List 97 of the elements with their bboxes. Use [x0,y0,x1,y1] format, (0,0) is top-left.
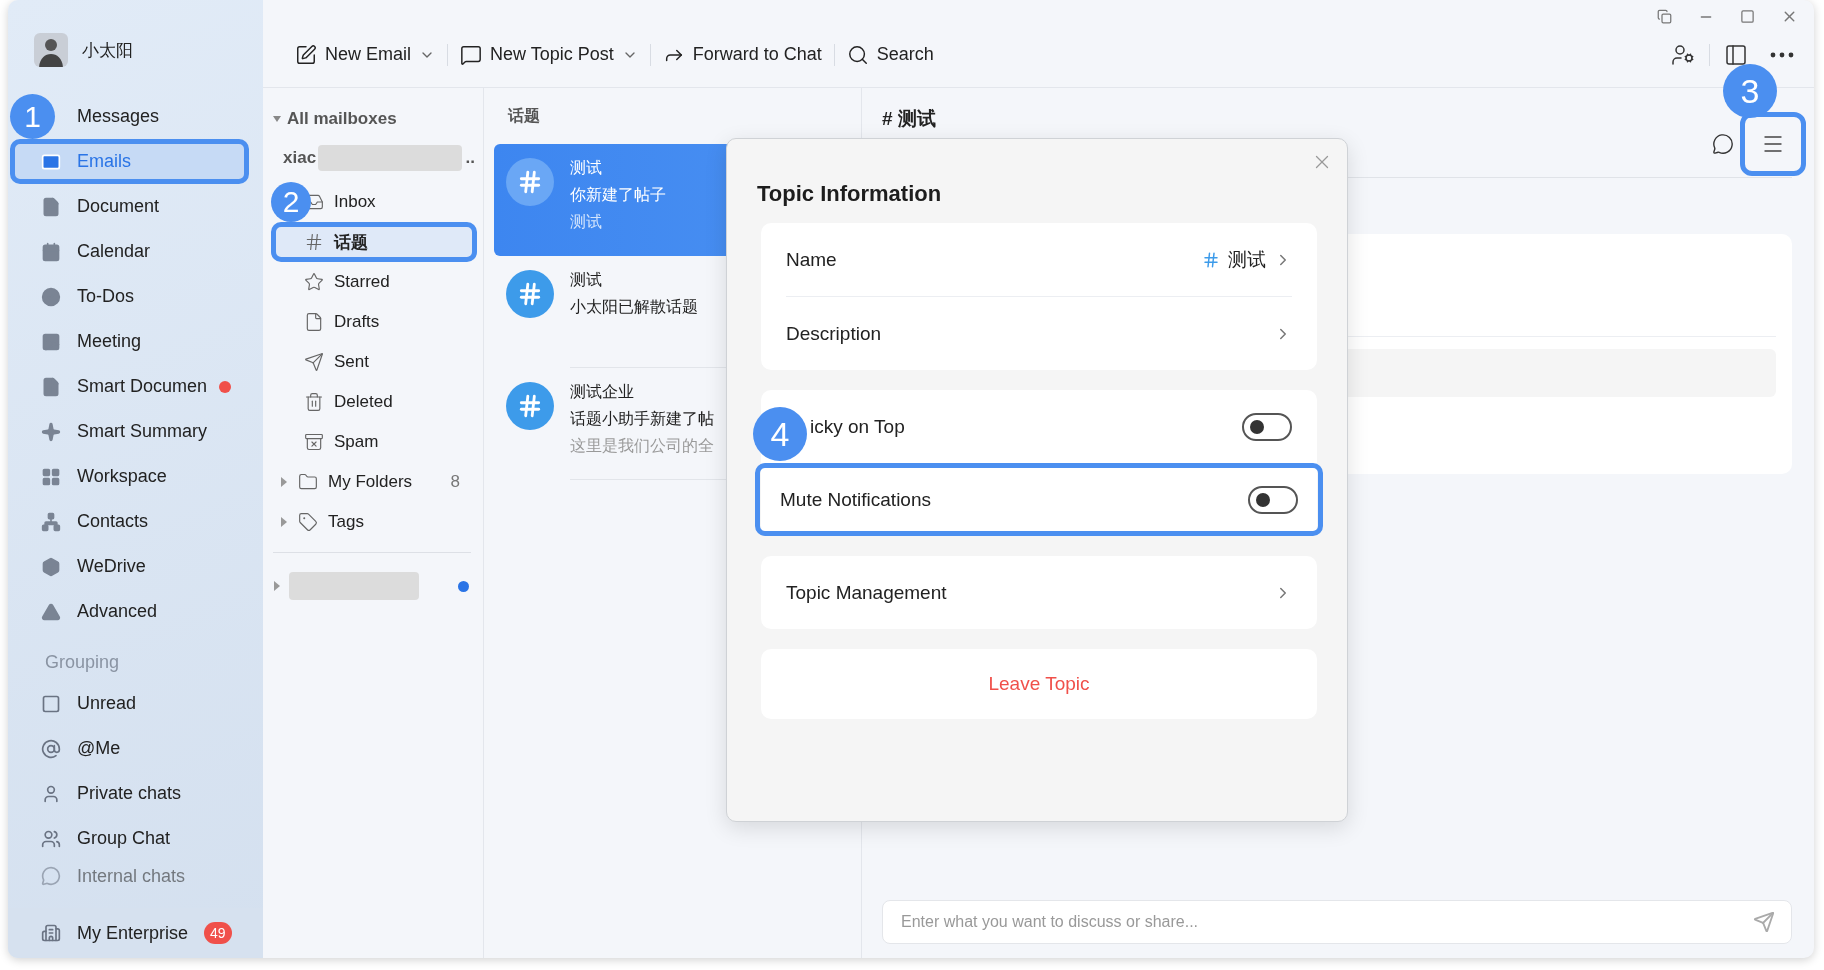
trash-icon [304,392,324,412]
sidebar-item[interactable]: 1 Messages [10,94,249,139]
topic-avatar [506,382,554,430]
layout-button[interactable] [1724,42,1748,67]
sidebar-item[interactable]: WeDrive [10,544,249,589]
message-input[interactable]: Enter what you want to discuss or share... [882,900,1792,944]
caret-icon [280,517,288,527]
folder-item[interactable]: Tags [271,502,477,542]
folder-item[interactable]: Drafts [271,302,477,342]
hash-icon [1202,250,1220,269]
spam-icon [304,432,324,452]
folder-item[interactable]: Deleted [271,382,477,422]
sidebar-item[interactable]: Unread [10,681,249,726]
topic-preview: 话题小助手新建了帖 [570,409,714,429]
caret-icon [273,114,281,124]
toolbar-button[interactable]: New Email [283,34,448,75]
setting-link[interactable]: Leave Topic [761,649,1317,719]
step-number: 2 [271,182,311,222]
file-icon [304,312,324,332]
calendar-icon [41,241,61,262]
caret-icon [280,477,288,487]
more-icon [1770,51,1794,58]
compose-icon [295,43,317,66]
square-icon [41,693,61,714]
sidebar-item[interactable]: @Me [10,726,249,771]
sidebar-item[interactable]: Advanced [10,589,249,634]
conversation-title: # 测试 [882,107,936,131]
setting-link[interactable]: Topic Management [761,556,1317,629]
at-sign-icon [41,738,61,759]
toolbar-button[interactable]: Search [834,34,946,75]
step-number: 1 [10,94,55,139]
tag-icon [298,512,318,532]
sidebar-item[interactable]: Document [10,184,249,229]
topic-title: 测试 [570,270,602,290]
count-badge: 49 [204,922,232,944]
toolbar-button[interactable]: New Topic Post [448,34,650,75]
sidebar-item[interactable]: Contacts [10,499,249,544]
toggle-switch[interactable] [1248,485,1298,514]
star-icon [304,272,324,292]
sparkle-icon [41,421,61,442]
folder-item[interactable]: Sent [271,342,477,382]
list-heading: 话题 [506,105,541,126]
profile-name: 小太阳 [82,39,133,62]
topic-title: 测试企业 [570,382,634,402]
topic-avatar [506,158,554,206]
folder-icon [298,472,318,492]
topic-snippet: 这里是我们公司的全 [570,436,714,456]
folder-count: 8 [450,472,460,492]
folder-item[interactable]: My Folders 8 [271,462,477,502]
sidebar-item[interactable]: Private chats [10,771,249,816]
folder-item[interactable]: 话题 [271,222,477,262]
send-icon [304,352,324,372]
setting-row: Mute Notifications [755,463,1323,536]
folder-item[interactable]: Starred [271,262,477,302]
people-icon [41,828,61,849]
chat-bubble-icon [41,866,61,886]
toolbar-button[interactable]: Forward to Chat [650,34,834,75]
topic-preview: 你新建了帖子 [570,185,666,205]
contact-button[interactable] [1671,42,1695,67]
mailbox-heading[interactable]: All mailboxes [263,104,483,134]
sidebar-item[interactable]: Smart Summary [10,409,249,454]
setting-value: 测试 [1228,247,1266,272]
topic-snippet: 测试 [570,212,602,232]
caret-icon [273,581,281,591]
sidebar-item[interactable]: Meeting [10,319,249,364]
folder-item[interactable]: Spam [271,422,477,462]
folder-item[interactable]: 2 Inbox [271,182,477,222]
topic-avatar [506,270,554,318]
hash-icon [304,232,324,252]
toggle-switch[interactable] [1242,412,1292,441]
grid-icon [41,466,61,487]
person-icon [41,783,61,804]
sidebar-item[interactable]: To-Dos [10,274,249,319]
user-gear-icon [1671,42,1695,67]
triangle-icon [41,601,61,622]
search-icon [846,43,869,66]
panel-icon [1724,42,1748,67]
sidebar-item[interactable]: Workspace [10,454,249,499]
more-button[interactable] [1770,51,1794,58]
building-icon [41,923,61,943]
forward-chat-button[interactable] [1712,133,1734,155]
section-heading: Grouping [44,651,121,674]
org-chart-icon [41,511,61,532]
topic-title: 测试 [570,158,602,178]
setting-link[interactable]: Description [761,297,1317,370]
message-field[interactable]: Enter what you want to discuss or share... [899,912,1753,932]
account-name: xiac .. [263,134,483,182]
send-icon[interactable] [1753,911,1775,933]
sidebar-item[interactable]: Smart Documen [10,364,249,409]
topic-preview: 小太阳已解散话题 [570,297,698,317]
document-icon [41,196,61,217]
chat-bubble-icon [1712,133,1734,155]
sidebar-item[interactable]: Group Chat [10,816,249,861]
sidebar-item[interactable]: Calendar [10,229,249,274]
maximize-icon[interactable] [1740,9,1755,24]
avatar [34,33,68,67]
restore-icon[interactable] [1657,9,1672,24]
